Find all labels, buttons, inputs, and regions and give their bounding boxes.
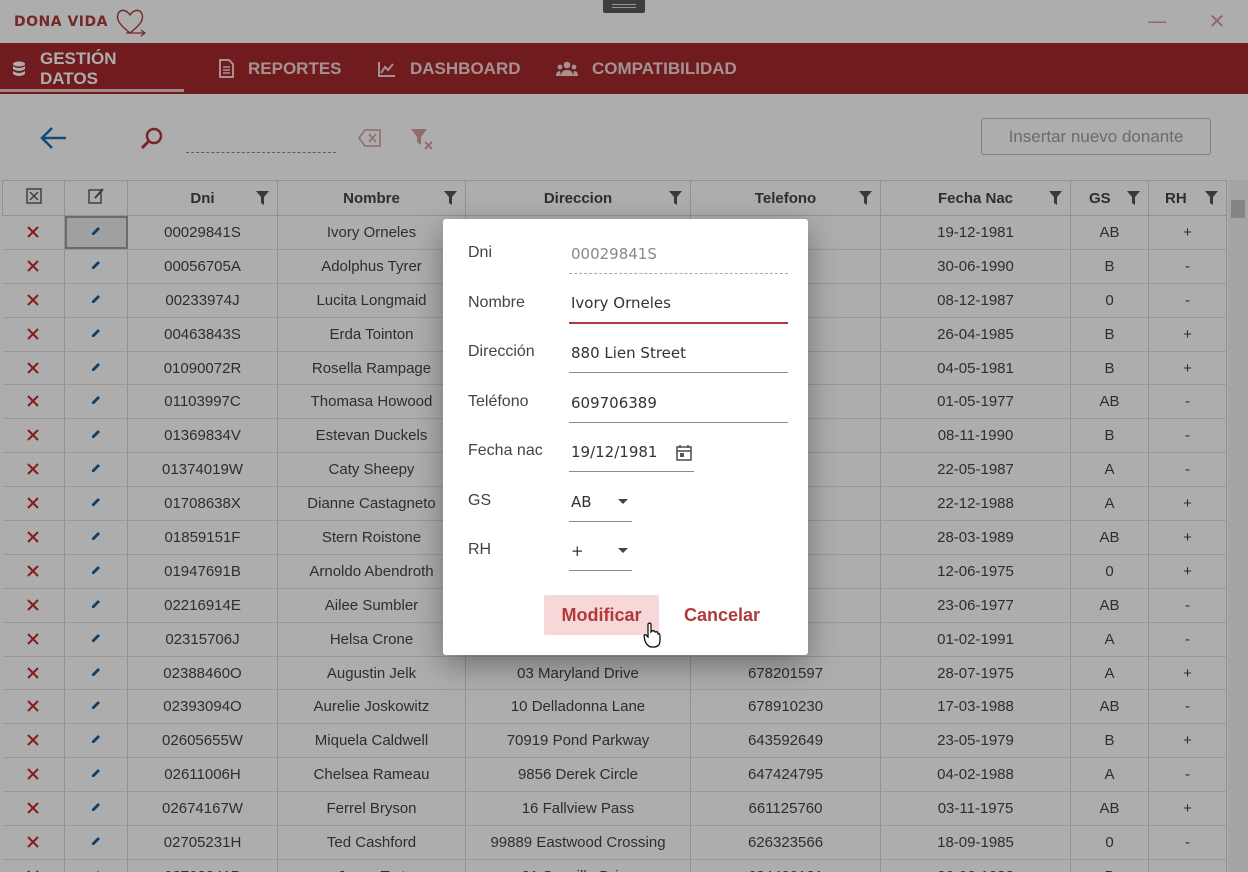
telefono-row: Teléfono 609706389 (468, 383, 788, 423)
rh-label: RH (468, 541, 492, 558)
direccion-row: Dirección 880 Lien Street (468, 333, 788, 373)
telefono-field[interactable]: 609706389 (569, 383, 788, 423)
gs-select[interactable]: AB (569, 482, 632, 522)
nombre-label: Nombre (468, 294, 525, 311)
fecha-field[interactable]: 19/12/1981 (569, 432, 694, 472)
rh-row: RH + (468, 531, 788, 571)
chevron-down-icon (618, 499, 628, 504)
gs-row: GS AB (468, 482, 788, 522)
edit-donor-dialog: Dni 00029841S Nombre Ivory Orneles Direc… (443, 219, 808, 655)
fecha-label: Fecha nac (468, 442, 543, 459)
fecha-value: 19/12/1981 (571, 442, 658, 461)
nombre-row: Nombre Ivory Orneles (468, 284, 788, 324)
calendar-icon[interactable] (676, 444, 692, 461)
hand-cursor-icon (643, 622, 661, 648)
direccion-field[interactable]: 880 Lien Street (569, 333, 788, 373)
rh-select[interactable]: + (569, 531, 632, 571)
rh-value: + (571, 541, 584, 560)
gs-label: GS (468, 492, 492, 509)
dni-row: Dni 00029841S (468, 234, 788, 274)
cancel-button[interactable]: Cancelar (675, 595, 769, 635)
telefono-label: Teléfono (468, 393, 529, 410)
direccion-label: Dirección (468, 343, 535, 360)
gs-value: AB (571, 492, 592, 511)
fecha-row: Fecha nac 19/12/1981 (468, 432, 788, 472)
chevron-down-icon (618, 548, 628, 553)
dni-field: 00029841S (569, 234, 788, 274)
nombre-field[interactable]: Ivory Orneles (569, 284, 788, 324)
modify-button[interactable]: Modificar (544, 595, 659, 635)
dni-label: Dni (468, 244, 493, 261)
